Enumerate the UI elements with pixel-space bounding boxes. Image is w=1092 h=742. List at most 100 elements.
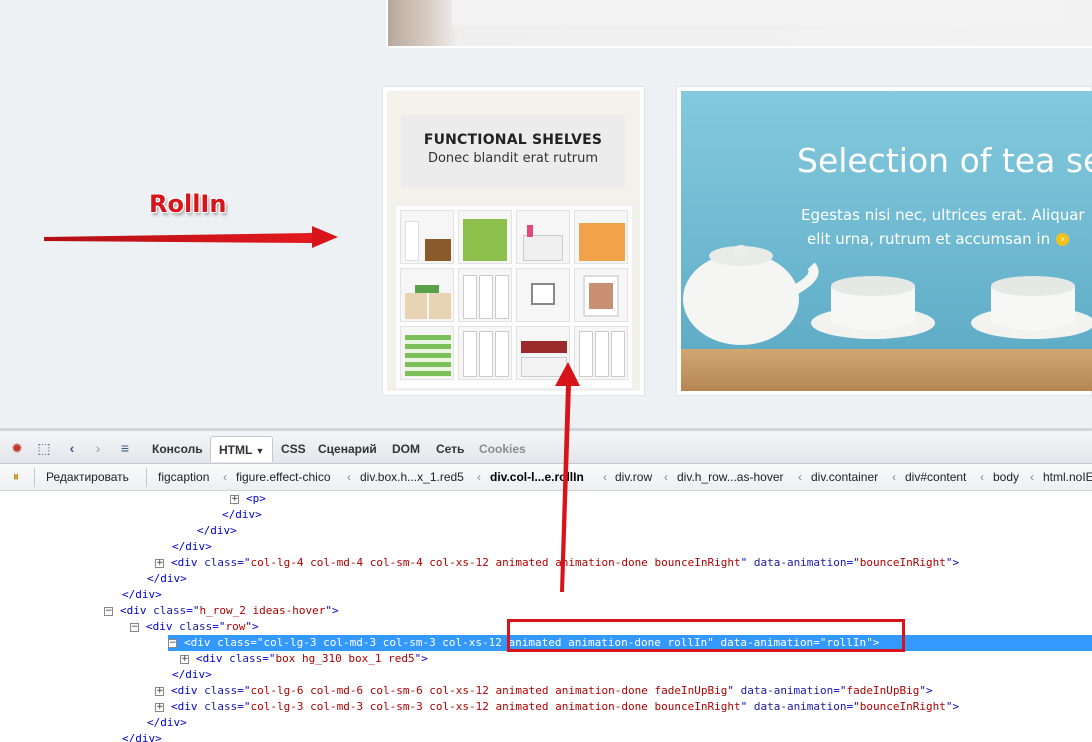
markup-token: " xyxy=(727,684,741,697)
tab-html[interactable]: HTML ▼ xyxy=(210,436,274,462)
annotation-highlight-box xyxy=(507,619,905,652)
breadcrumb-separator: ‹ xyxy=(477,470,481,484)
collapse-icon[interactable]: − xyxy=(130,623,139,632)
markup-token: " xyxy=(740,700,754,713)
tab-dom[interactable]: DOM xyxy=(384,436,428,462)
shelves-photo: FUNCTIONAL SHELVES Donec blandit erat ru… xyxy=(387,91,640,391)
tree-node[interactable]: </div> xyxy=(147,715,187,731)
tab-net[interactable]: Сеть xyxy=(428,436,472,462)
tree-node[interactable]: + <div class="box hg_310 box_1 red5"> xyxy=(180,651,428,667)
breadcrumb-separator: ‹ xyxy=(664,470,668,484)
tea-card-text-line2: elit urna, rutrum et accumsan in xyxy=(807,230,1051,248)
attribute-name: class xyxy=(229,652,263,665)
breadcrumb-separator: ‹ xyxy=(980,470,984,484)
breadcrumb-separator: ‹ xyxy=(892,470,896,484)
pause-icon[interactable]: ⏸ xyxy=(7,468,25,486)
breadcrumb-item[interactable]: html.noIE xyxy=(1043,470,1092,485)
markup-token: "> xyxy=(945,556,960,569)
breadcrumb-separator: ‹ xyxy=(798,470,802,484)
markup-token: <div xyxy=(171,684,205,697)
attribute-value: bounceInRight xyxy=(859,700,946,713)
breadcrumb-item-selected[interactable]: div.col-l...e.rollIn xyxy=(490,470,584,485)
tree-node[interactable]: </div> xyxy=(122,587,162,603)
attribute-name: data-animation xyxy=(753,556,847,569)
markup-token: "> xyxy=(325,604,339,617)
expand-icon[interactable]: + xyxy=(155,703,164,712)
devtools-panel: ✹ ⬚ ‹ › ≡ Консоль HTML ▼ CSS Сценарий DO… xyxy=(0,428,1092,742)
breadcrumb-item[interactable]: div#content xyxy=(905,470,966,485)
shelves-card[interactable]: FUNCTIONAL SHELVES Donec blandit erat ru… xyxy=(382,86,645,396)
tab-cookies[interactable]: Cookies xyxy=(471,436,534,462)
tree-node[interactable]: </div> xyxy=(147,571,187,587)
command-line-icon[interactable]: ≡ xyxy=(116,439,134,457)
tree-node[interactable]: + <div class="col-lg-6 col-md-6 col-sm-6 … xyxy=(155,683,933,699)
tree-node[interactable]: </div> xyxy=(197,523,237,539)
tab-css[interactable]: CSS xyxy=(273,436,314,462)
markup-token: <p> xyxy=(246,492,266,505)
tree-node[interactable]: − <div class="row"> xyxy=(130,619,259,635)
attribute-value: col-lg-4 col-md-4 col-sm-4 col-xs-12 ani… xyxy=(250,556,741,569)
attribute-name: class xyxy=(179,620,213,633)
attribute-name: data-animation xyxy=(753,700,847,713)
markup-token: "> xyxy=(919,684,933,697)
shelves-caption-subtitle: Donec blandit erat rutrum xyxy=(427,151,599,166)
forward-arrow-icon[interactable]: › xyxy=(89,439,107,457)
markup-token: "> xyxy=(945,700,960,713)
tree-node[interactable]: + <div class="col-lg-4 col-md-4 col-sm-4 … xyxy=(155,555,959,571)
chevron-down-icon[interactable]: ▼ xyxy=(255,446,264,456)
markup-token: </div> xyxy=(147,716,187,729)
attribute-value: bounceInRight xyxy=(859,556,946,569)
edit-button[interactable]: Редактировать xyxy=(46,470,129,485)
markup-token: "> xyxy=(245,620,259,633)
breadcrumb-separator: ‹ xyxy=(223,470,227,484)
attribute-value: col-lg-3 col-md-3 col-sm-3 col-xs-12 ani… xyxy=(250,700,741,713)
breadcrumb-item[interactable]: body xyxy=(993,470,1019,485)
inspect-element-icon[interactable]: ⬚ xyxy=(35,439,53,457)
attribute-name: class xyxy=(204,684,238,697)
expand-icon[interactable]: + xyxy=(155,687,164,696)
breadcrumb-item[interactable]: div.box.h...x_1.red5 xyxy=(360,470,464,485)
tree-node[interactable]: </div> xyxy=(222,507,262,523)
breadcrumb-divider xyxy=(34,468,35,487)
breadcrumb-item[interactable]: div.container xyxy=(811,470,878,485)
tea-set-photo: Selection of tea set Egestas nisi nec, u… xyxy=(681,91,1092,391)
arrow-circle-right-icon[interactable]: › xyxy=(1056,233,1070,246)
attribute-value: h_row_2 ideas-hover xyxy=(199,604,326,617)
markup-token: <div xyxy=(171,700,205,713)
markup-token: =" xyxy=(186,604,200,617)
collapse-icon[interactable]: − xyxy=(104,607,113,616)
breadcrumb: ⏸ Редактировать figcaption ‹ figure.effe… xyxy=(0,464,1092,491)
markup-token: </div> xyxy=(122,588,162,601)
tree-node[interactable]: </div> xyxy=(172,539,212,555)
website-viewport: FUNCTIONAL SHELVES Donec blandit erat ru… xyxy=(0,0,1092,428)
tree-node[interactable]: </div> xyxy=(122,731,162,742)
tea-set-card[interactable]: Selection of tea set Egestas nisi nec, u… xyxy=(676,86,1092,396)
tree-node[interactable]: − <div class="h_row_2 ideas-hover"> xyxy=(104,603,339,619)
markup-token: </div> xyxy=(122,732,162,742)
markup-token: =" xyxy=(250,636,264,649)
attribute-name: class xyxy=(217,636,251,649)
top-image-card[interactable] xyxy=(386,0,1092,48)
back-arrow-icon[interactable]: ‹ xyxy=(63,439,81,457)
markup-token: " xyxy=(740,556,754,569)
tab-console[interactable]: Консоль xyxy=(144,436,211,462)
expand-icon[interactable]: + xyxy=(180,655,189,664)
tree-node[interactable]: + <div class="col-lg-3 col-md-3 col-sm-3 … xyxy=(155,699,959,715)
tree-node[interactable]: </div> xyxy=(172,667,212,683)
firebug-bug-icon[interactable]: ✹ xyxy=(8,439,26,457)
breadcrumb-item[interactable]: figure.effect-chico xyxy=(236,470,331,485)
breadcrumb-item[interactable]: div.row xyxy=(615,470,652,485)
tab-script[interactable]: Сценарий xyxy=(310,436,385,462)
expand-icon[interactable]: + xyxy=(230,495,239,504)
tree-node[interactable]: + <p> xyxy=(230,491,266,507)
breadcrumb-item[interactable]: div.h_row...as-hover xyxy=(677,470,784,485)
attribute-value: row xyxy=(225,620,246,633)
collapse-icon[interactable]: − xyxy=(168,639,177,648)
attribute-name: class xyxy=(204,556,238,569)
shelves-caption-title: FUNCTIONAL SHELVES xyxy=(423,132,603,148)
breadcrumb-item[interactable]: figcaption xyxy=(158,470,209,485)
devtools-tabbar: ✹ ⬚ ‹ › ≡ Консоль HTML ▼ CSS Сценарий DO… xyxy=(0,431,1092,464)
markup-token: =" xyxy=(846,700,860,713)
expand-icon[interactable]: + xyxy=(155,559,164,568)
attribute-name: data-animation xyxy=(740,684,834,697)
